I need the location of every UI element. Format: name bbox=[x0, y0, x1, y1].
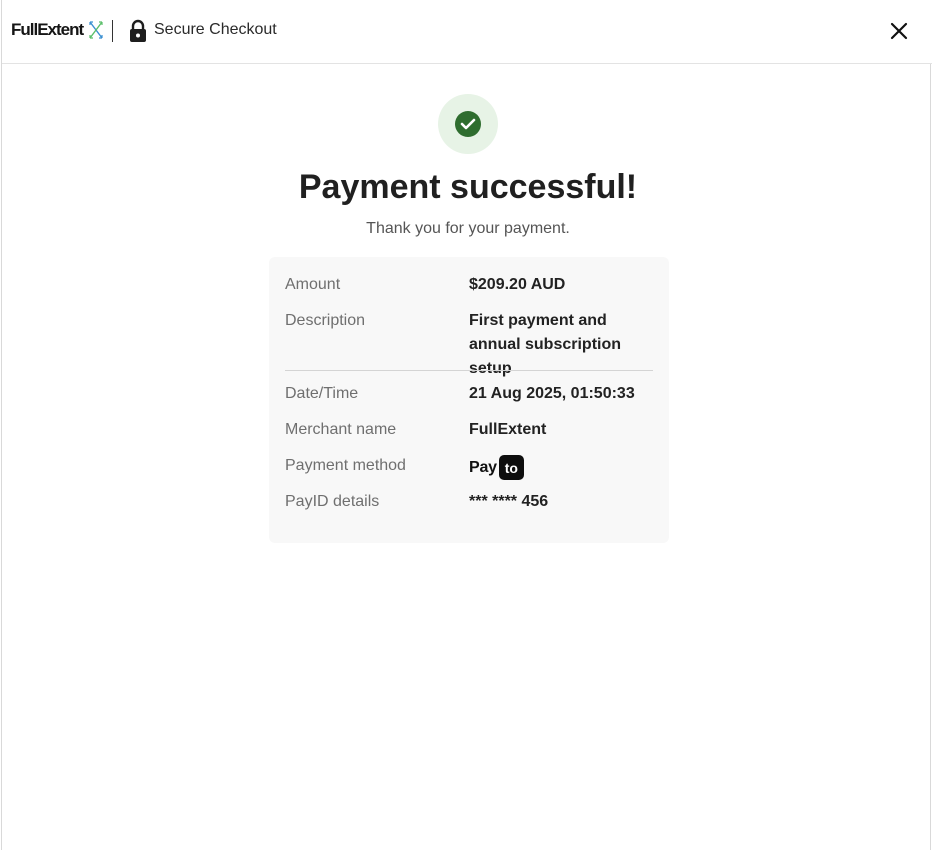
page-subtitle: Thank you for your payment. bbox=[366, 220, 570, 237]
payment-details-card: Amount $209.20 AUD Description First pay… bbox=[269, 257, 669, 543]
checkout-window: FullExtent Secure Checkout Payment succe… bbox=[1, 0, 932, 850]
brand-name: FullExtent bbox=[11, 20, 84, 39]
checkmark-icon bbox=[460, 118, 476, 130]
lock-icon bbox=[130, 19, 146, 42]
payid-value: *** **** 456 bbox=[469, 493, 549, 510]
datetime-value: 21 Aug 2025, 01:50:33 bbox=[469, 385, 635, 402]
amount-label: Amount bbox=[285, 276, 341, 293]
payto-pay-text: Pay bbox=[469, 458, 497, 476]
header-divider bbox=[112, 20, 113, 42]
fullextent-logo-mark-icon bbox=[89, 21, 103, 39]
payto-logo: Pay to bbox=[469, 455, 524, 480]
header: FullExtent Secure Checkout bbox=[2, 0, 932, 64]
merchant-label: Merchant name bbox=[285, 421, 397, 438]
brand-logo: FullExtent bbox=[11, 20, 104, 40]
description-label: Description bbox=[285, 312, 366, 329]
amount-value: $209.20 AUD bbox=[469, 276, 566, 293]
close-icon[interactable] bbox=[886, 18, 912, 44]
payment-method-label: Payment method bbox=[285, 457, 406, 474]
details-divider bbox=[285, 370, 653, 371]
success-badge bbox=[438, 94, 498, 154]
payid-label: PayID details bbox=[285, 493, 380, 510]
datetime-label: Date/Time bbox=[285, 385, 359, 402]
secure-checkout-label: Secure Checkout bbox=[154, 21, 277, 38]
check-circle-icon bbox=[455, 111, 481, 137]
page-title: Payment successful! bbox=[298, 168, 638, 206]
payto-to-badge: to bbox=[498, 455, 524, 480]
merchant-value: FullExtent bbox=[469, 421, 547, 438]
